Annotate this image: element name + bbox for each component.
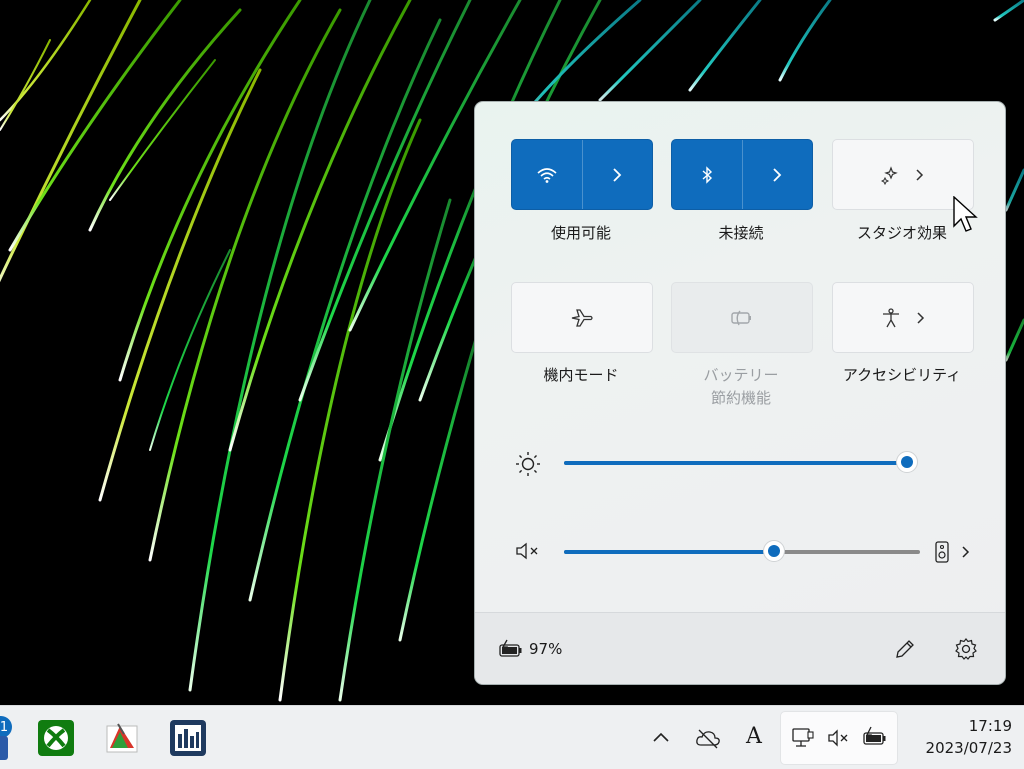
- volume-muted-icon[interactable]: [514, 540, 542, 562]
- taskbar-app-partial[interactable]: [0, 736, 8, 760]
- airplane-icon: [571, 308, 593, 327]
- audio-output-button[interactable]: [933, 539, 979, 565]
- accessibility-tile[interactable]: [832, 282, 974, 353]
- clock[interactable]: 17:19 2023/07/23: [906, 715, 1012, 759]
- wifi-toggle[interactable]: [512, 140, 583, 209]
- battery-saver-tile[interactable]: [671, 282, 813, 353]
- onedrive-offline-icon[interactable]: [694, 726, 722, 750]
- brightness-slider[interactable]: [564, 451, 918, 473]
- wifi-icon: [537, 167, 557, 183]
- bluetooth-icon: [702, 165, 712, 184]
- studio-effects-label: スタジオ効果: [856, 224, 947, 242]
- battery-charging-icon: [499, 639, 522, 657]
- chevron-right-icon: [916, 168, 924, 181]
- bluetooth-toggle[interactable]: [672, 140, 743, 209]
- bluetooth-more-button[interactable]: [743, 140, 813, 209]
- taskbar: 1 A 17:19 2023/07/23: [0, 705, 1024, 769]
- battery-saver-label-line2: 節約機能: [710, 389, 771, 407]
- chevron-right-icon: [773, 167, 782, 182]
- clock-date: 2023/07/23: [925, 739, 1012, 757]
- volume-slider[interactable]: [564, 540, 920, 562]
- photo-app-icon: [106, 723, 138, 753]
- brightness-slider-fill: [564, 461, 907, 465]
- quick-settings-footer: 97%: [475, 612, 1005, 684]
- ime-indicator[interactable]: A: [746, 724, 762, 749]
- taskbar-app-photo[interactable]: [104, 720, 140, 756]
- accessibility-icon: [883, 307, 899, 327]
- volume-slider-fill: [564, 550, 775, 554]
- wired-network-icon: [792, 728, 814, 747]
- xbox-icon: [38, 720, 74, 756]
- tray-status-group[interactable]: [780, 711, 898, 765]
- chevron-right-icon: [917, 311, 925, 324]
- clock-time: 17:19: [968, 717, 1012, 735]
- airplane-mode-label: 機内モード: [543, 366, 619, 384]
- gear-icon[interactable]: [953, 636, 979, 662]
- mouse-cursor-icon: [953, 196, 978, 232]
- battery-percent: 97%: [529, 640, 563, 658]
- brightness-slider-thumb[interactable]: [896, 451, 918, 473]
- badge-count: 1: [0, 719, 9, 735]
- bluetooth-tile[interactable]: [671, 139, 813, 210]
- volume-muted-icon: [828, 729, 848, 747]
- brightness-icon: [516, 452, 540, 476]
- battery-charging-icon: [863, 726, 886, 745]
- wifi-tile[interactable]: [511, 139, 653, 210]
- taskbar-app-xbox[interactable]: [38, 720, 74, 756]
- chevron-right-icon: [962, 546, 970, 558]
- pencil-icon[interactable]: [893, 637, 917, 661]
- wifi-label: 使用可能: [550, 224, 611, 242]
- chevron-up-icon[interactable]: [651, 730, 671, 744]
- equalizer-app-icon: [170, 720, 206, 756]
- studio-effects-icon: [881, 165, 898, 185]
- bluetooth-label: 未接続: [718, 224, 764, 242]
- notification-badge: 1: [0, 716, 12, 738]
- battery-saver-icon: [731, 310, 751, 325]
- volume-slider-thumb[interactable]: [763, 540, 786, 562]
- airplane-mode-tile[interactable]: [511, 282, 653, 353]
- battery-saver-label-line1: バッテリー: [703, 366, 779, 384]
- taskbar-app-audio[interactable]: [170, 720, 206, 756]
- accessibility-label: アクセシビリティ: [842, 366, 962, 384]
- battery-status-button[interactable]: 97%: [497, 635, 562, 663]
- chevron-right-icon: [613, 167, 622, 182]
- quick-settings-panel: 使用可能 未接続 スタジオ効果 機内モード バッテリー 節約機能 アクセシビリテ…: [474, 101, 1006, 685]
- speaker-device-icon: [935, 541, 949, 563]
- wifi-more-button[interactable]: [583, 140, 653, 209]
- battery-saver-label: バッテリー 節約機能: [671, 364, 811, 410]
